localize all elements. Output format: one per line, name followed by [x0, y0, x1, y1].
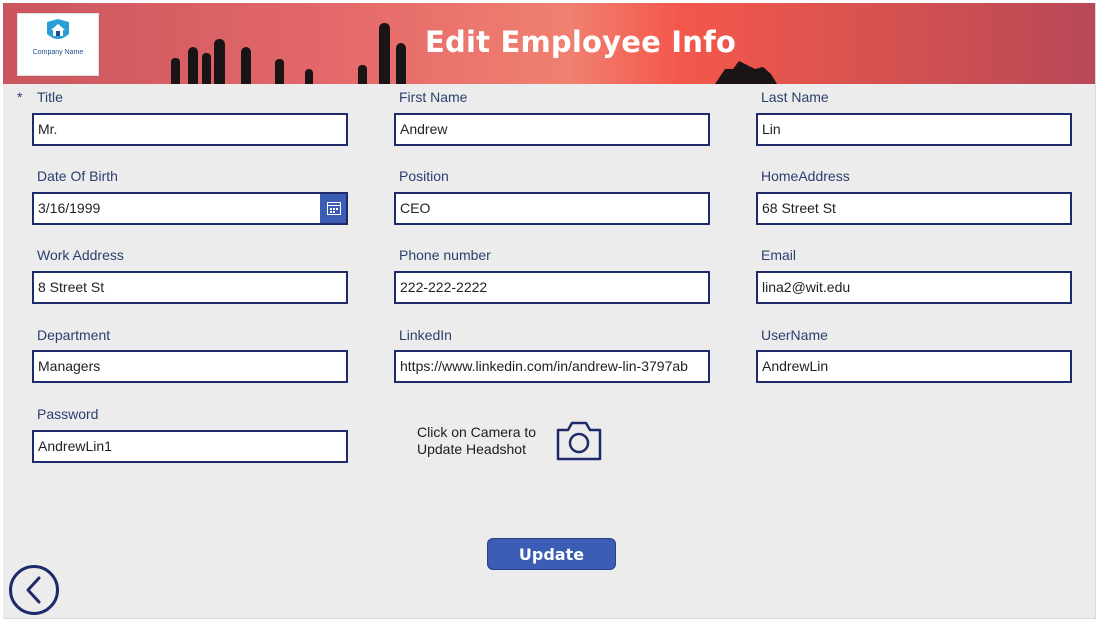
- update-button[interactable]: Update: [487, 538, 616, 570]
- last-name-label: Last Name: [761, 89, 829, 105]
- logo-caption: Company Name: [32, 49, 84, 56]
- home-address-label: HomeAddress: [761, 168, 850, 184]
- linkedin-input[interactable]: https://www.linkedin.com/in/andrew-lin-3…: [394, 350, 710, 383]
- email-input[interactable]: lina2@wit.edu: [756, 271, 1072, 304]
- camera-instructions: Click on Camera to Update Headshot: [417, 424, 536, 458]
- work-address-input[interactable]: 8 Street St: [32, 271, 348, 304]
- work-address-label: Work Address: [37, 247, 124, 263]
- username-label: UserName: [761, 327, 828, 343]
- page-title: Edit Employee Info: [425, 25, 737, 59]
- phone-input[interactable]: 222-222-2222: [394, 271, 710, 304]
- dob-label: Date Of Birth: [37, 168, 118, 184]
- title-input[interactable]: Mr.: [32, 113, 348, 146]
- first-name-label: First Name: [399, 89, 468, 105]
- position-input[interactable]: CEO: [394, 192, 710, 225]
- dob-value: 3/16/1999: [38, 200, 101, 216]
- company-logo: Company Name: [17, 13, 99, 76]
- header-banner: Company Name Edit Employee Info: [3, 3, 1095, 84]
- department-label: Department: [37, 327, 111, 343]
- phone-label: Phone number: [399, 247, 491, 263]
- camera-icon[interactable]: [555, 420, 603, 462]
- linkedin-label: LinkedIn: [399, 327, 452, 343]
- password-label: Password: [37, 406, 99, 422]
- email-label: Email: [761, 247, 797, 263]
- app-screen: Company Name Edit Employee Info * Title …: [3, 3, 1096, 619]
- title-label: Title: [37, 89, 63, 105]
- home-address-input[interactable]: 68 Street St: [756, 192, 1072, 225]
- camera-instructions-line1: Click on Camera to: [417, 424, 537, 440]
- required-marker: *: [17, 89, 23, 105]
- back-arrow-icon[interactable]: [8, 564, 60, 616]
- calendar-icon: [327, 202, 341, 215]
- password-input[interactable]: AndrewLin1: [32, 430, 348, 463]
- last-name-input[interactable]: Lin: [756, 113, 1072, 146]
- shield-house-icon: [47, 19, 69, 39]
- department-input[interactable]: Managers: [32, 350, 348, 383]
- dob-date-picker[interactable]: 3/16/1999: [32, 192, 348, 225]
- username-input[interactable]: AndrewLin: [756, 350, 1072, 383]
- camera-instructions-line2: Update Headshot: [417, 441, 526, 457]
- first-name-input[interactable]: Andrew: [394, 113, 710, 146]
- position-label: Position: [399, 168, 449, 184]
- calendar-button[interactable]: [320, 194, 346, 223]
